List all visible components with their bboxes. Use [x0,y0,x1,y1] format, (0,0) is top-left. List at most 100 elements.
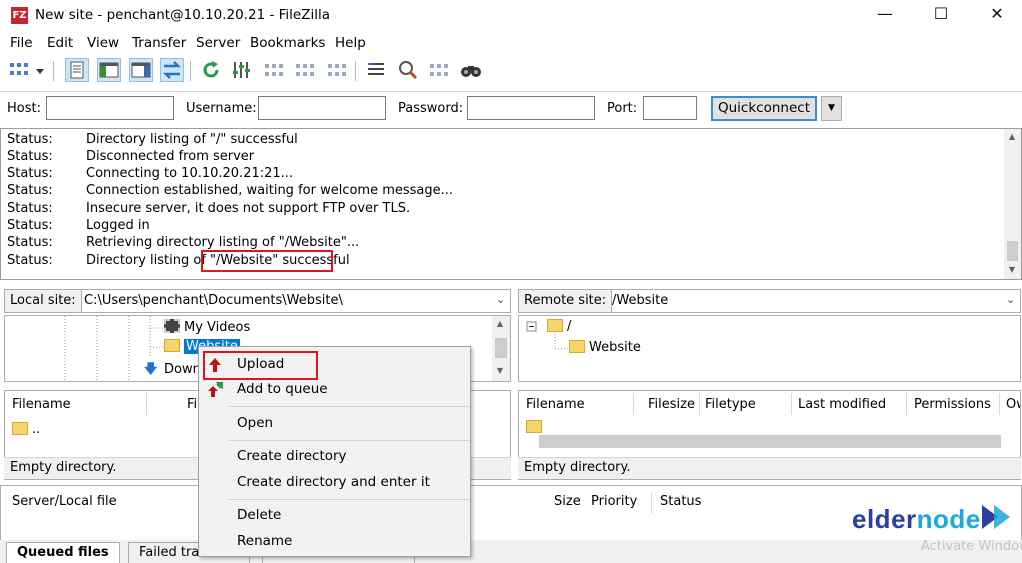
file-row-parent[interactable]: .. [12,422,40,437]
reconnect-icon[interactable] [326,59,348,81]
menu-help[interactable]: Help [335,35,366,51]
menu-item-label: Create directory and enter it [237,474,430,490]
filter-icon[interactable] [365,59,387,81]
quickconnect-bar: Host: Username: Password: Port: Quickcon… [0,91,1022,125]
local-site-bar: Local site: C:\Users\penchant\Documents\… [4,289,511,313]
site-manager-dropdown-icon[interactable] [33,59,47,81]
scroll-down-icon[interactable]: ▼ [492,366,508,375]
menu-bookmarks[interactable]: Bookmarks [250,35,325,51]
column-separator [699,393,700,415]
chevron-down-icon[interactable]: ⌄ [496,293,505,306]
quickconnect-dropdown-button[interactable]: ▼ [821,96,842,121]
column-filename[interactable]: Filename [12,397,71,412]
local-tree-icon[interactable] [97,58,121,82]
folder-icon [526,420,542,433]
column-filesize[interactable]: Filesize [648,397,695,412]
menu-item-label: Add to queue [237,381,328,397]
create-directory-enter-menu-item[interactable]: Create directory and enter it [199,471,470,495]
process-queue-icon[interactable] [230,59,252,81]
close-button[interactable]: ✕ [974,0,1020,30]
chevron-down-icon[interactable]: ⌄ [1006,293,1015,306]
scroll-up-icon[interactable]: ▲ [1004,132,1020,141]
host-input[interactable] [46,96,174,120]
scrollbar-thumb[interactable] [1007,241,1018,261]
quickconnect-button[interactable]: Quickconnect [711,96,817,121]
sync-browse-icon[interactable] [428,59,450,81]
menu-transfer[interactable]: Transfer [132,35,186,51]
folder-icon [164,339,180,352]
scrollbar-thumb[interactable] [495,338,507,358]
tab-queued-files[interactable]: Queued files [6,542,120,563]
column-server-local-file[interactable]: Server/Local file [12,494,117,509]
column-priority[interactable]: Priority [591,494,637,509]
tree-item-root[interactable]: / [547,319,571,334]
rename-menu-item[interactable]: Rename [199,530,470,554]
remote-tree-icon[interactable] [129,58,153,82]
maximize-button[interactable]: ☐ [918,0,964,30]
menu-item-label: Rename [237,533,293,549]
tree-item-my-videos[interactable]: My Videos [164,319,250,335]
cancel-icon[interactable] [263,59,285,81]
column-filetype[interactable]: Filetype [705,397,756,412]
column-status[interactable]: Status [660,494,701,509]
refresh-icon[interactable] [200,59,222,81]
column-size[interactable]: Size [554,494,581,509]
column-filename[interactable]: Filename [526,397,585,412]
menu-item-label: Open [237,415,274,431]
minimize-button[interactable]: — [862,0,908,30]
log-message: Retrieving directory listing of "/Websit… [86,235,360,250]
log-label: Status: [7,235,53,250]
column-owner-group[interactable]: Owner/Group [1006,397,1020,412]
remote-path-input[interactable]: /Website [612,293,668,308]
activate-windows-watermark: Activate Windows [921,539,1022,554]
create-directory-menu-item[interactable]: Create directory [199,445,470,469]
password-input[interactable] [467,96,595,120]
tree-item-label: My Videos [184,320,251,335]
menu-bar: File Edit View Transfer Server Bookmarks… [0,33,1022,53]
column-separator [791,393,792,415]
message-log-icon[interactable] [65,58,89,82]
scroll-down-icon[interactable]: ▼ [1004,265,1020,274]
menu-file[interactable]: File [10,35,33,51]
log-scrollbar[interactable]: ▲ ▼ [1004,129,1021,279]
folder-icon [547,319,563,332]
column-last-modified[interactable]: Last modified [798,397,886,412]
folder-icon [12,422,28,435]
menu-server[interactable]: Server [196,35,240,51]
column-permissions[interactable]: Permissions [914,397,991,412]
toolbar-separator [53,61,54,81]
column-separator [651,492,652,514]
disconnect-icon[interactable] [294,59,316,81]
log-label: Status: [7,253,53,268]
window-title: New site - penchant@10.10.20.21 - FileZi… [35,7,331,23]
tree-item-website[interactable]: Website [569,340,641,355]
compare-icon[interactable] [396,59,418,81]
password-label: Password: [398,101,464,116]
column-separator [146,393,147,415]
delete-menu-item[interactable]: Delete [199,504,470,528]
toolbar-separator [190,61,191,81]
host-label: Host: [7,101,41,116]
highlight-box [201,250,333,272]
menu-view[interactable]: View [87,35,119,51]
tree-item-label: / [567,319,572,334]
local-tree-scrollbar[interactable]: ▲ ▼ [492,316,510,381]
username-input[interactable] [258,96,386,120]
log-message: Logged in [86,218,150,233]
open-menu-item[interactable]: Open [199,412,470,436]
local-path-input[interactable]: C:\Users\penchant\Documents\Website\ [84,293,343,308]
transfer-queue-icon[interactable] [160,58,184,82]
search-icon[interactable] [460,59,482,81]
folder-icon [569,340,585,353]
site-manager-icon[interactable] [8,59,30,81]
menu-edit[interactable]: Edit [47,35,73,51]
logo-play-icon [982,505,1010,529]
menu-separator [229,406,469,407]
scroll-up-icon[interactable]: ▲ [492,319,508,328]
add-to-queue-menu-item[interactable]: Add to queue [199,378,470,402]
horizontal-scrollbar[interactable] [539,435,1001,448]
file-row-parent[interactable] [526,420,546,435]
port-input[interactable] [643,96,697,120]
title-bar: FZ New site - penchant@10.10.20.21 - Fil… [0,0,1022,32]
log-message: Insecure server, it does not support FTP… [86,201,411,216]
